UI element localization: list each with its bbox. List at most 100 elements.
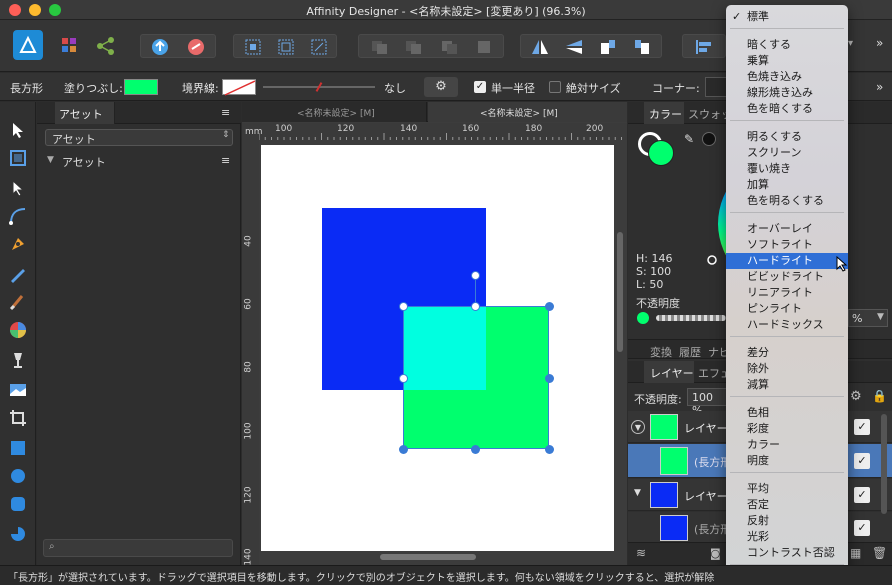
designer-persona-icon[interactable] xyxy=(13,30,43,60)
transparency-tool-icon[interactable] xyxy=(8,350,28,370)
trash-icon[interactable]: 🗑 xyxy=(872,546,887,560)
blend-mode-item[interactable]: 明度 xyxy=(726,453,848,469)
toolbar-dropdown-chevron-icon[interactable]: ▾ xyxy=(848,38,862,52)
blend-mode-item[interactable]: 色相 xyxy=(726,405,848,421)
rounded-rectangle-tool-icon[interactable] xyxy=(8,494,28,514)
document-tab-2[interactable]: <名称未設定> [M] xyxy=(428,102,627,122)
blend-mode-item[interactable]: 差分 xyxy=(726,345,848,361)
stroke-color-swatch[interactable] xyxy=(222,79,256,96)
resize-handle-bottom[interactable] xyxy=(471,445,480,454)
blend-mode-item[interactable]: 彩度 xyxy=(726,421,848,437)
pencil-tool-icon[interactable] xyxy=(8,264,28,284)
layer-visibility-checkbox[interactable]: ✓ xyxy=(854,419,870,435)
tab-history[interactable]: 履歴 xyxy=(679,344,701,360)
opacity-dropdown-icon[interactable]: ▼ xyxy=(877,312,884,322)
blend-mode-item[interactable]: ビビッドライト xyxy=(726,269,848,285)
document-tab-1[interactable]: <名称未設定> [M] xyxy=(242,102,427,122)
export-persona-icon[interactable] xyxy=(94,34,118,58)
layer-settings-gear-icon[interactable]: ⚙ xyxy=(850,389,866,405)
layer-lock-icon[interactable]: 🔒 xyxy=(872,389,887,405)
assistant-icon[interactable] xyxy=(149,37,171,57)
toolbar-overflow-icon[interactable]: » xyxy=(876,36,890,50)
snapping-icon[interactable] xyxy=(185,37,207,57)
blend-mode-item[interactable]: 加算 xyxy=(726,177,848,193)
fill-stroke-swatches[interactable] xyxy=(638,132,674,168)
resize-handle-top-right[interactable] xyxy=(545,302,554,311)
pixel-persona-icon[interactable] xyxy=(58,34,82,58)
blend-mode-item[interactable]: 色を明るくする xyxy=(726,193,848,209)
flip-horizontal-icon[interactable] xyxy=(529,37,551,57)
assets-panel-menu-icon[interactable]: ≡ xyxy=(221,106,230,119)
blend-mode-item[interactable]: ハードミックス xyxy=(726,317,848,333)
blend-mode-item[interactable]: スクリーン xyxy=(726,145,848,161)
layer-visibility-checkbox[interactable]: ✓ xyxy=(854,453,870,469)
layer-visibility-checkbox[interactable]: ✓ xyxy=(854,520,870,536)
align-left-icon[interactable] xyxy=(693,37,715,57)
stroke-settings-gear-icon[interactable]: ⚙ xyxy=(424,77,458,97)
assets-category-dropdown[interactable]: アセット ⇕ xyxy=(45,129,233,146)
assets-section-menu-icon[interactable]: ≡ xyxy=(221,154,230,167)
opacity-percent-field[interactable]: % ▼ xyxy=(848,309,888,327)
stroke-width-slider[interactable] xyxy=(263,82,375,92)
blend-mode-item[interactable]: 明るくする xyxy=(726,129,848,145)
blend-mode-item[interactable]: 否定 xyxy=(726,497,848,513)
blend-mode-item[interactable]: カラー xyxy=(726,437,848,453)
move-to-front-icon[interactable] xyxy=(473,38,495,56)
blend-mode-item[interactable]: 減算 xyxy=(726,377,848,393)
tab-layers[interactable]: レイヤー xyxy=(644,361,694,383)
node-tool-icon[interactable] xyxy=(8,178,28,198)
resize-handle-right[interactable] xyxy=(545,374,554,383)
rotate-right-icon[interactable] xyxy=(631,37,653,57)
resize-handle-bottom-right[interactable] xyxy=(545,445,554,454)
tab-transform[interactable]: 変換 xyxy=(650,344,672,360)
blend-mode-item[interactable]: 除外 xyxy=(726,361,848,377)
ellipse-tool-icon[interactable] xyxy=(8,466,28,486)
rotate-left-icon[interactable] xyxy=(597,37,619,57)
blend-mode-item[interactable]: 反射 xyxy=(726,513,848,529)
grid-icon[interactable]: ▦ xyxy=(850,546,861,560)
move-to-back-icon[interactable] xyxy=(369,38,391,56)
corner-type-dropdown[interactable] xyxy=(705,77,727,97)
blend-mode-item[interactable]: ✓ 標準 xyxy=(726,9,848,25)
corner-tool-icon[interactable] xyxy=(8,206,28,226)
vertical-scrollbar[interactable] xyxy=(617,232,623,352)
blend-mode-item[interactable]: 乗算 xyxy=(726,53,848,69)
blend-mode-item[interactable]: コントラスト否認 xyxy=(726,545,848,561)
flip-vertical-icon[interactable] xyxy=(563,37,585,57)
blend-mode-item[interactable]: 色を暗くする xyxy=(726,101,848,117)
move-back-one-icon[interactable] xyxy=(403,38,425,56)
blend-mode-item[interactable]: リニアライト xyxy=(726,285,848,301)
opacity-slider[interactable] xyxy=(656,315,726,321)
move-forward-one-icon[interactable] xyxy=(439,38,461,56)
expand-triangle-icon[interactable]: ▼ xyxy=(631,420,645,434)
context-overflow-icon[interactable]: » xyxy=(876,80,890,94)
blend-mode-item[interactable]: 光彩 xyxy=(726,529,848,545)
place-image-tool-icon[interactable] xyxy=(8,380,28,400)
vector-brush-tool-icon[interactable] xyxy=(8,292,28,312)
fill-color-swatch[interactable] xyxy=(124,79,158,95)
blend-mode-item[interactable]: オーバーレイ xyxy=(726,221,848,237)
horizontal-scrollbar[interactable] xyxy=(380,554,476,560)
absolute-size-checkbox[interactable] xyxy=(549,81,561,93)
bounding-box-icon[interactable] xyxy=(275,37,297,57)
tab-color[interactable]: カラー xyxy=(644,102,684,124)
blend-mode-item[interactable]: ハードライト xyxy=(726,253,848,269)
assets-search-input[interactable]: ⌕ xyxy=(43,539,233,557)
resize-handle-bottom-left[interactable] xyxy=(399,445,408,454)
resize-handle-left[interactable] xyxy=(399,374,408,383)
layers-stack-icon[interactable]: ≋ xyxy=(636,546,646,560)
blend-mode-item[interactable]: 覆い焼き xyxy=(726,161,848,177)
layers-scrollbar[interactable] xyxy=(881,414,887,514)
assets-tab[interactable]: アセット xyxy=(55,102,115,124)
pie-tool-icon[interactable] xyxy=(8,524,28,544)
single-radius-checkbox[interactable]: ✓ xyxy=(474,81,486,93)
rotate-box-icon[interactable] xyxy=(308,37,330,57)
fill-swatch[interactable] xyxy=(648,140,674,166)
rotation-handle[interactable] xyxy=(471,271,480,280)
artboard-tool-icon[interactable] xyxy=(8,148,28,168)
blend-mode-item[interactable]: 暗くする xyxy=(726,37,848,53)
blend-mode-item[interactable]: 線形焼き込み xyxy=(726,85,848,101)
camera-icon[interactable]: ◙ xyxy=(710,547,721,560)
resize-handle-top[interactable] xyxy=(471,302,480,311)
layer-opacity-field[interactable]: 100 % xyxy=(687,388,727,417)
